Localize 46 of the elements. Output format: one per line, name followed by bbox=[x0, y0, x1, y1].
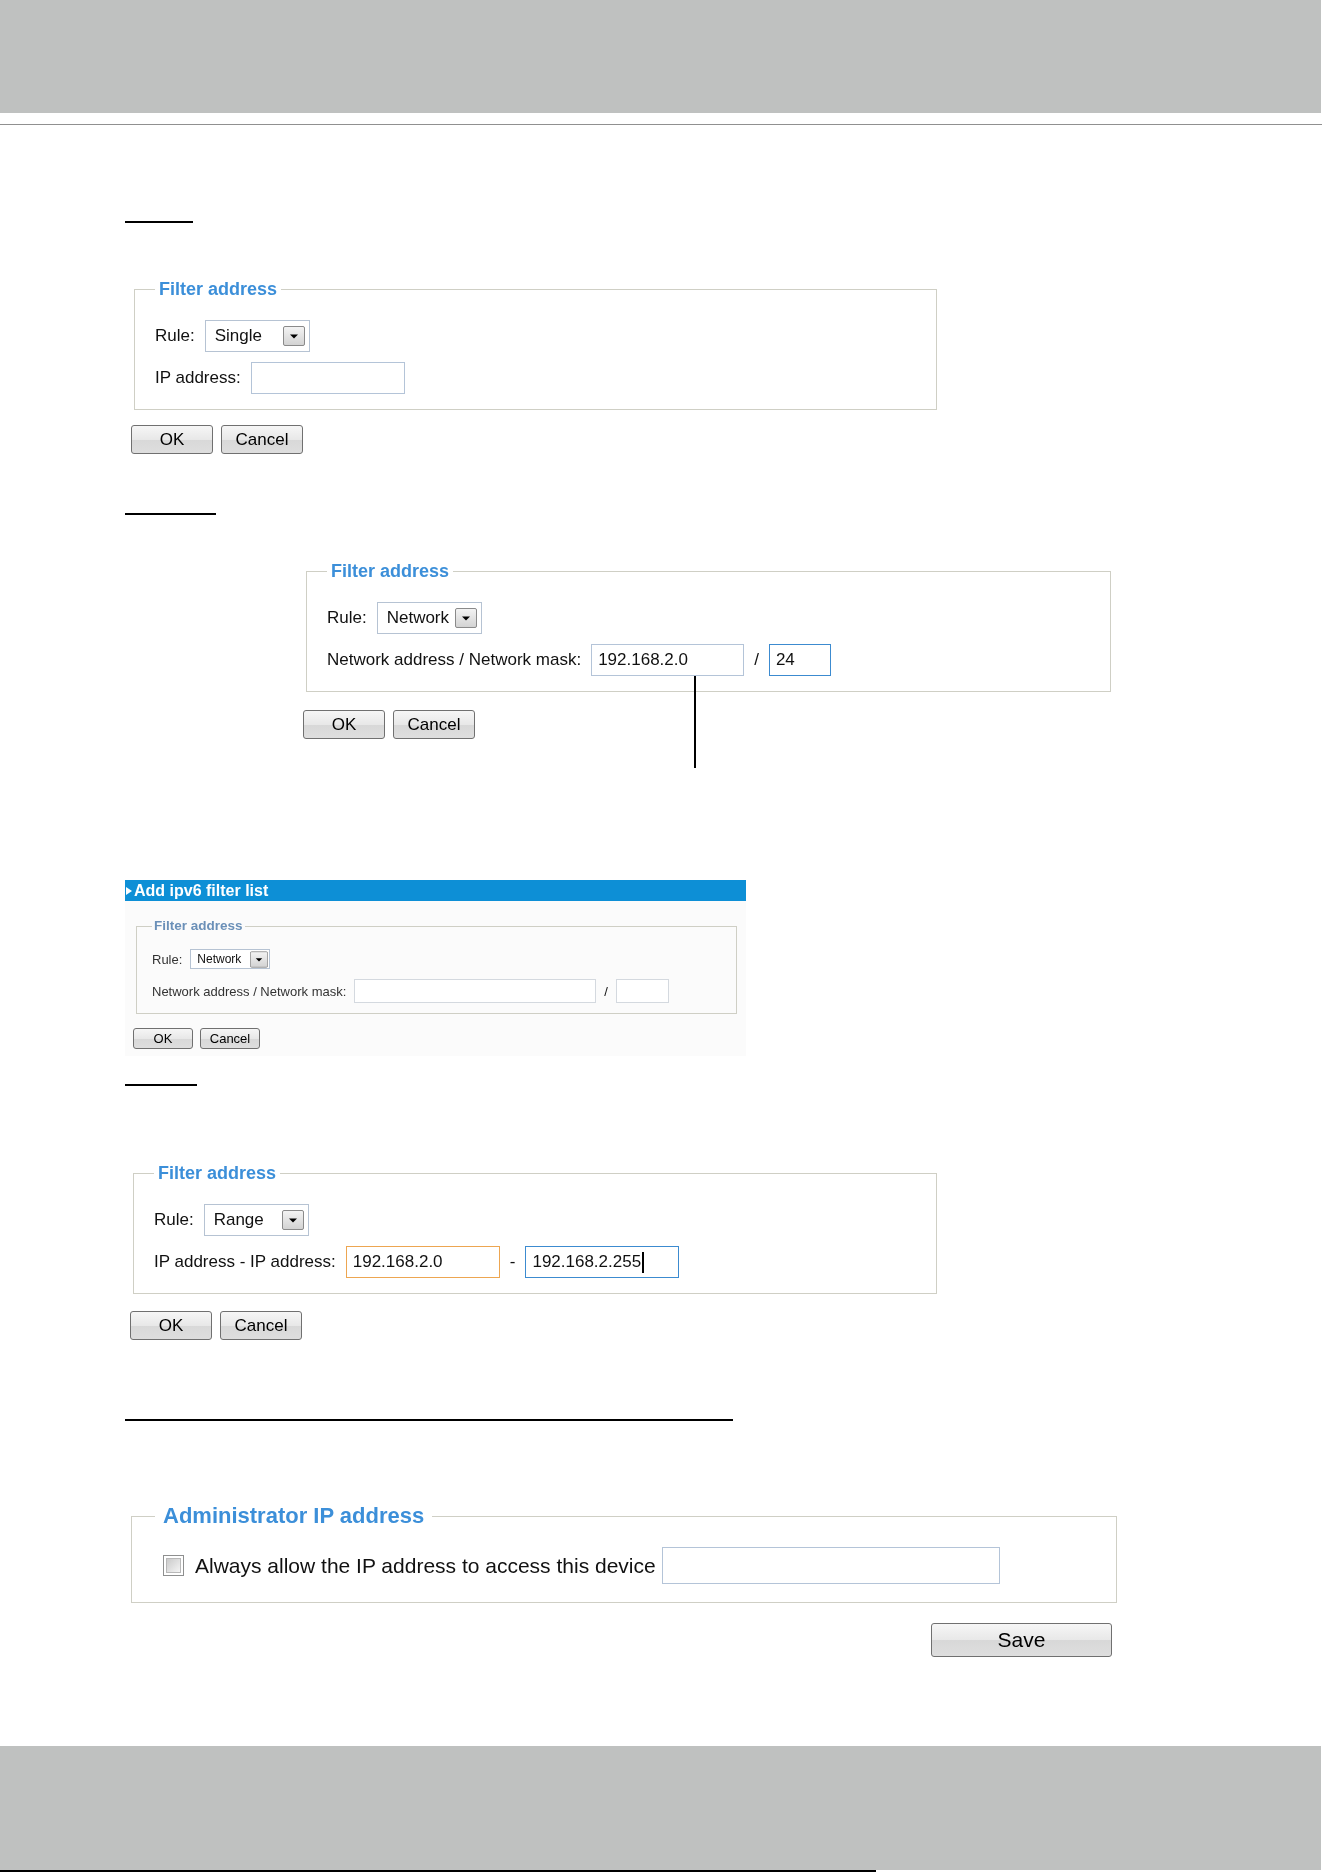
field-label: Network address / Network mask: bbox=[327, 650, 582, 670]
caret-icon bbox=[282, 326, 305, 346]
ip-address-field[interactable]: 24 bbox=[768, 644, 831, 676]
ip-address-field[interactable] bbox=[661, 1547, 1000, 1584]
field-label: Rule: bbox=[154, 1210, 194, 1230]
caret-icon bbox=[454, 608, 477, 628]
rule-dropdown[interactable]: Single bbox=[204, 320, 310, 352]
rule-dropdown[interactable]: Network bbox=[190, 949, 271, 969]
field-label: Rule: bbox=[152, 951, 183, 967]
rule-dropdown[interactable]: Range bbox=[203, 1204, 309, 1236]
ok-button[interactable]: OK bbox=[133, 1028, 193, 1049]
field-label: Rule: bbox=[155, 326, 195, 346]
field-label: Rule: bbox=[327, 608, 367, 628]
cancel-button[interactable]: Cancel bbox=[393, 710, 475, 739]
ip-address-field[interactable] bbox=[615, 979, 669, 1003]
panel-legend: Administrator IP address bbox=[155, 1503, 433, 1529]
ok-button[interactable]: OK bbox=[130, 1311, 212, 1340]
checkbox-label: Always allow the IP address to access this device bbox=[195, 1553, 656, 1578]
cancel-button[interactable]: Cancel bbox=[200, 1028, 260, 1049]
panel-legend: Filter address bbox=[327, 561, 454, 581]
cancel-button[interactable]: Cancel bbox=[221, 425, 303, 454]
ok-button[interactable]: OK bbox=[131, 425, 213, 454]
ip-address-field[interactable] bbox=[354, 979, 597, 1003]
separator-text: - bbox=[509, 1252, 516, 1272]
inset-title: Add ipv6 filter list bbox=[134, 880, 269, 901]
panel-legend: Filter address bbox=[152, 918, 245, 934]
caret-icon bbox=[250, 950, 269, 968]
ip-address-field[interactable]: 192.168.2.0 bbox=[345, 1246, 500, 1278]
panel-legend: Filter address bbox=[154, 1163, 281, 1183]
text-cursor-icon bbox=[642, 1251, 645, 1273]
rule-dropdown[interactable]: Network bbox=[376, 602, 482, 634]
cancel-button[interactable]: Cancel bbox=[220, 1311, 302, 1340]
ok-button[interactable]: OK bbox=[303, 710, 385, 739]
triangle-icon bbox=[126, 886, 132, 895]
field-label: IP address - IP address: bbox=[154, 1252, 336, 1272]
ip-address-field[interactable]: 192.168.2.0 bbox=[591, 644, 745, 676]
panel-legend: Filter address bbox=[155, 279, 282, 299]
ip-address-field[interactable]: 192.168.2.255 bbox=[525, 1246, 680, 1278]
separator-text: / bbox=[604, 983, 608, 999]
field-label: Network address / Network mask: bbox=[152, 983, 347, 999]
checkbox[interactable] bbox=[163, 1555, 184, 1576]
field-label: IP address: bbox=[155, 368, 241, 388]
caret-icon bbox=[281, 1210, 304, 1230]
separator-text: / bbox=[754, 650, 759, 670]
ip-address-field[interactable] bbox=[250, 362, 405, 394]
save-button[interactable]: Save bbox=[931, 1623, 1112, 1657]
